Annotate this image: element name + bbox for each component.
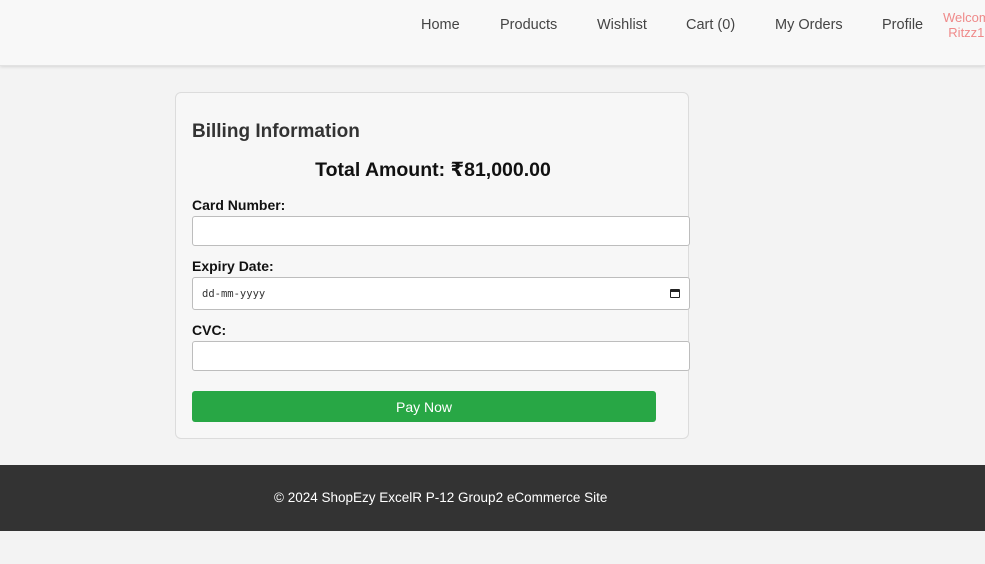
expiry-date-label: Expiry Date: [192,258,274,274]
welcome-message: Welcom Ritzz1 [943,10,985,40]
welcome-username: Ritzz1 [948,25,985,40]
footer-copyright: © 2024 ShopEzy ExcelR P-12 Group2 eComme… [274,490,608,505]
nav-products-link[interactable]: Products [500,17,557,33]
card-number-input[interactable] [192,216,690,246]
footer: © 2024 ShopEzy ExcelR P-12 Group2 eComme… [0,465,985,531]
expiry-date-placeholder: dd-mm-yyyy [202,288,266,300]
nav-home-link[interactable]: Home [421,17,460,33]
card-number-label: Card Number: [192,197,286,213]
nav-my-orders-link[interactable]: My Orders [775,17,843,33]
nav-profile-link[interactable]: Profile [882,17,923,33]
welcome-line-1: Welcom [943,10,985,25]
cvc-label: CVC: [192,322,227,338]
top-navbar: Home Products Wishlist Cart (0) My Order… [0,0,985,66]
billing-card: Billing Information Total Amount: ₹81,00… [175,92,690,439]
cvc-input[interactable] [192,341,690,371]
nav-cart-link[interactable]: Cart (0) [686,17,735,33]
expiry-date-input[interactable]: dd-mm-yyyy [192,277,690,310]
nav-wishlist-link[interactable]: Wishlist [597,17,647,33]
calendar-icon[interactable] [670,289,680,298]
total-amount: Total Amount: ₹81,000.00 [315,159,551,181]
pay-now-button[interactable]: Pay Now [192,391,656,422]
billing-title: Billing Information [192,121,360,142]
